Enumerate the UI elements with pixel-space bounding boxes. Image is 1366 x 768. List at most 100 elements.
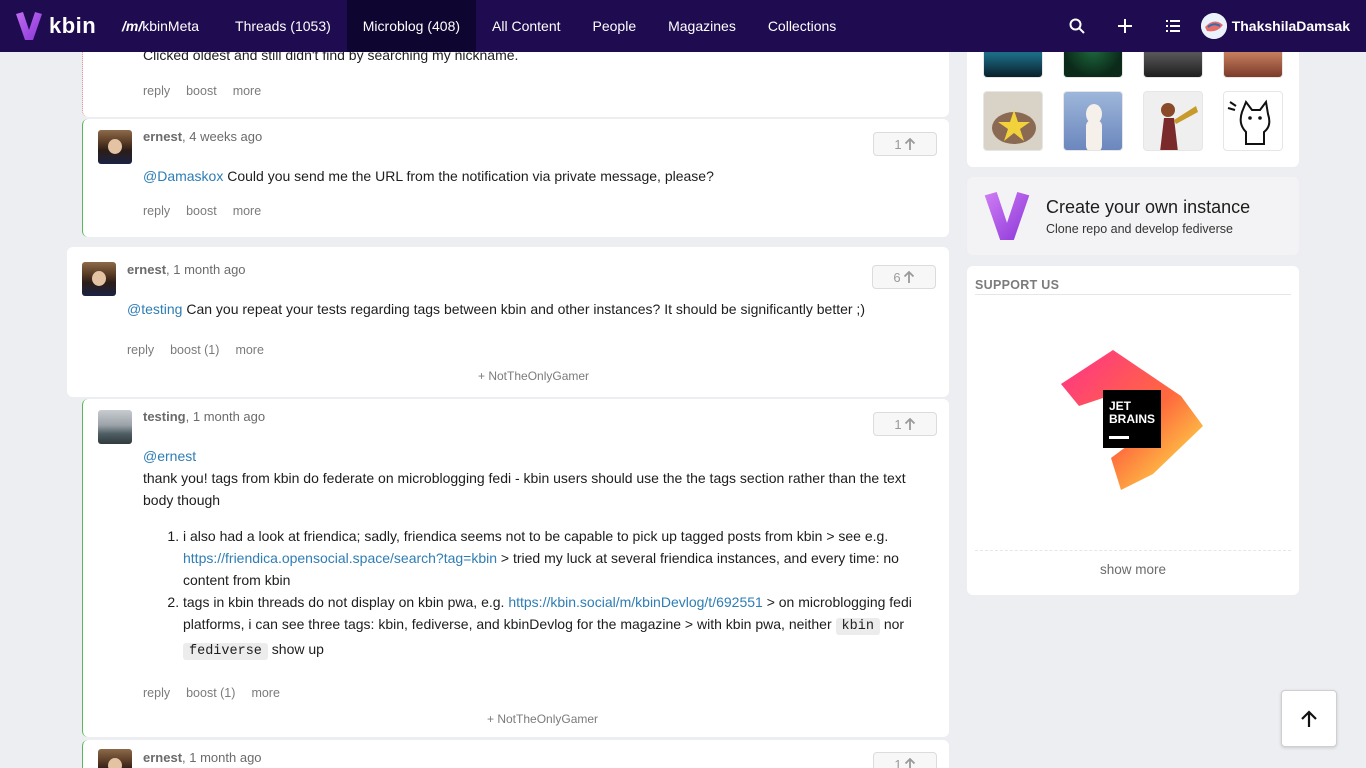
booster-link[interactable]: + NotTheOnlyGamer xyxy=(478,369,589,383)
more-button[interactable]: more xyxy=(235,343,263,357)
comment-author[interactable]: ernest xyxy=(143,129,182,144)
user-menu[interactable]: ThakshilaDamsak xyxy=(1200,13,1350,39)
boost-button[interactable]: boost xyxy=(186,84,217,98)
boost-button[interactable]: boost (1) xyxy=(186,686,235,700)
mention-link[interactable]: @Damaskox xyxy=(143,168,223,184)
comment-text: Could you send me the URL from the notif… xyxy=(223,168,714,184)
tab-threads[interactable]: Threads (1053) xyxy=(219,0,347,52)
search-icon[interactable] xyxy=(1053,0,1101,52)
reply-button[interactable]: reply xyxy=(143,84,170,98)
comment-author[interactable]: testing xyxy=(143,409,186,424)
magazine-thumbnail[interactable] xyxy=(1143,91,1203,151)
comment-actions: reply boost (1) more xyxy=(127,343,280,357)
vote-count: 1 xyxy=(894,756,902,768)
reply-button[interactable]: reply xyxy=(143,686,170,700)
tab-collections[interactable]: Collections xyxy=(752,0,852,52)
comment-actions: reply boost more xyxy=(143,84,277,98)
scroll-to-top-button[interactable] xyxy=(1281,690,1337,747)
support-divider xyxy=(975,294,1291,295)
comment: ernest, 1 month ago 6 @testing Can you r… xyxy=(67,247,949,397)
comment-text: thank you! tags from kbin do federate on… xyxy=(143,470,906,508)
support-divider xyxy=(975,550,1291,551)
reply-button[interactable]: reply xyxy=(143,204,170,218)
magazine-thumbnails-card xyxy=(967,18,1299,167)
list-item-text: i also had a look at friendica; sadly, f… xyxy=(183,528,889,544)
comment-actions: reply boost (1) more xyxy=(143,686,296,700)
mention-link[interactable]: @testing xyxy=(127,301,182,317)
comment-author[interactable]: ernest xyxy=(127,262,166,277)
comment-list: i also had a look at friendica; sadly, f… xyxy=(143,525,923,663)
jetbrains-logo-line1: JET xyxy=(1109,399,1132,413)
upvote-button[interactable]: 1 xyxy=(873,752,937,768)
kbin-thread-link[interactable]: https://kbin.social/m/kbinDevlog/t/69255… xyxy=(508,594,762,610)
jetbrains-logo-line2: BRAINS xyxy=(1109,412,1155,426)
comment: ernest, 4 weeks ago 1 @Damaskox Could yo… xyxy=(82,119,949,237)
more-button[interactable]: more xyxy=(251,686,279,700)
upvote-button[interactable]: 1 xyxy=(873,412,937,436)
magazine-prefix: /m/ xyxy=(122,18,143,34)
list-icon[interactable] xyxy=(1149,0,1197,52)
kbin-logo-icon xyxy=(16,12,42,40)
magazine-link[interactable]: /m/kbinMeta xyxy=(122,18,199,34)
more-button[interactable]: more xyxy=(233,84,261,98)
avatar[interactable] xyxy=(98,749,132,768)
kbin-logo-icon xyxy=(984,192,1030,240)
plus-icon[interactable] xyxy=(1101,0,1149,52)
more-button[interactable]: more xyxy=(233,204,261,218)
create-instance-card[interactable]: Create your own instance Clone repo and … xyxy=(967,177,1299,255)
avatar[interactable] xyxy=(82,262,116,296)
comment-meta: ernest, 4 weeks ago xyxy=(143,129,262,144)
list-item-text: tags in kbin threads do not display on k… xyxy=(183,594,509,610)
list-item: tags in kbin threads do not display on k… xyxy=(183,591,923,663)
instance-subtitle: Clone repo and develop fediverse xyxy=(1046,222,1233,236)
user-avatar xyxy=(1200,13,1227,39)
mention-link[interactable]: @ernest xyxy=(143,445,923,467)
logo-text: kbin xyxy=(49,13,97,38)
boost-button[interactable]: boost xyxy=(186,204,217,218)
comment-actions: reply boost more xyxy=(143,204,277,218)
code-tag: kbin xyxy=(835,618,880,635)
comment: testing, 1 month ago 1 @ernest thank you… xyxy=(82,399,949,737)
magazine-thumbnail[interactable] xyxy=(1223,91,1283,151)
vote-count: 1 xyxy=(894,416,902,432)
code-tag: fediverse xyxy=(183,643,268,660)
arrow-up-icon xyxy=(904,137,915,150)
username: ThakshilaDamsak xyxy=(1231,18,1350,34)
comment-meta: testing, 1 month ago xyxy=(143,409,265,424)
arrow-up-icon xyxy=(904,417,915,430)
comment-body: @Damaskox Could you send me the URL from… xyxy=(143,165,923,187)
comment: ernest, 1 month ago 1 xyxy=(82,740,949,768)
support-title: SUPPORT US xyxy=(975,278,1060,292)
avatar[interactable] xyxy=(98,410,132,444)
tab-microblog[interactable]: Microblog (408) xyxy=(346,0,477,52)
show-more-link[interactable]: show more xyxy=(1100,562,1166,577)
boost-button[interactable]: boost (1) xyxy=(170,343,219,357)
tab-magazines[interactable]: Magazines xyxy=(652,0,752,52)
comment-body: @testing Can you repeat your tests regar… xyxy=(127,298,927,320)
comment-meta: ernest, 1 month ago xyxy=(143,750,262,765)
vote-count: 1 xyxy=(894,136,902,152)
list-item-text: nor xyxy=(879,616,905,632)
comment-text: Can you repeat your tests regarding tags… xyxy=(182,301,865,317)
magazine-thumbnail[interactable] xyxy=(983,91,1043,151)
jetbrains-logo[interactable]: JET BRAINS xyxy=(1061,348,1205,492)
booster-link[interactable]: + NotTheOnlyGamer xyxy=(487,712,598,726)
magazine-thumbnail[interactable] xyxy=(1063,91,1123,151)
tab-all-content[interactable]: All Content xyxy=(476,0,576,52)
avatar[interactable] xyxy=(98,130,132,164)
vote-count: 6 xyxy=(893,269,901,285)
list-item-text: show up xyxy=(267,641,324,657)
comment-author[interactable]: ernest xyxy=(143,750,182,765)
top-icons: ThakshilaDamsak xyxy=(1053,0,1350,52)
friendica-link[interactable]: https://friendica.opensocial.space/searc… xyxy=(183,550,497,566)
instance-title: Create your own instance xyxy=(1046,197,1251,217)
magazine-name: kbinMeta xyxy=(142,18,200,34)
tab-people[interactable]: People xyxy=(577,0,653,52)
arrow-up-icon xyxy=(904,757,915,768)
upvote-button[interactable]: 6 xyxy=(872,265,936,289)
support-us-card: SUPPORT US JET BRAINS show more xyxy=(967,266,1299,595)
kbin-logo[interactable]: kbin xyxy=(16,12,106,40)
comment-body: @ernest thank you! tags from kbin do fed… xyxy=(143,445,923,511)
upvote-button[interactable]: 1 xyxy=(873,132,937,156)
reply-button[interactable]: reply xyxy=(127,343,154,357)
